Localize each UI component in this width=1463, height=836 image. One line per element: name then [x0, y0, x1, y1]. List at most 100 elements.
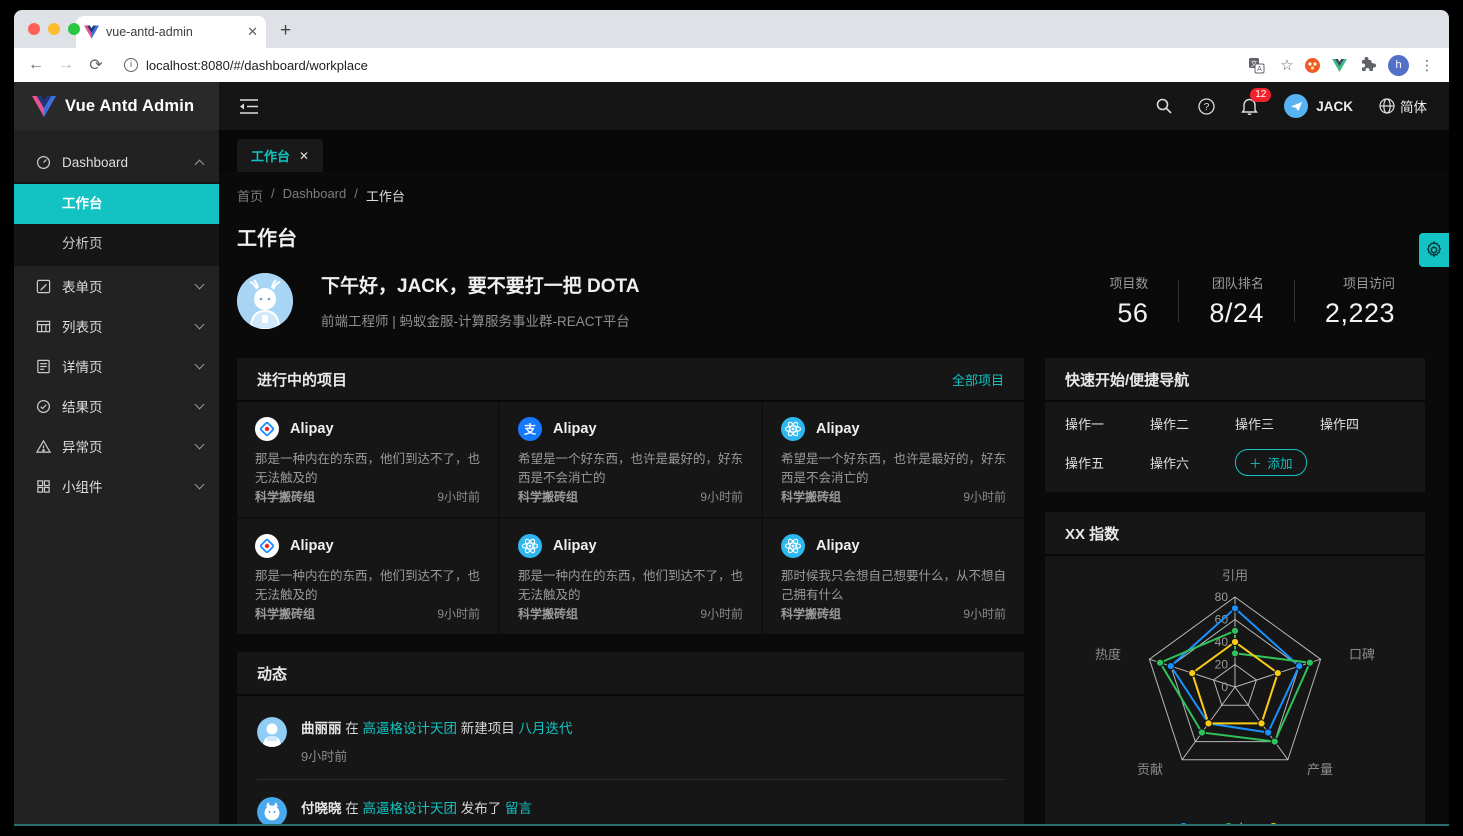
- page-title: 工作台: [237, 222, 1425, 251]
- sidebar-item-结果页[interactable]: 结果页: [14, 386, 219, 426]
- project-card-top: Alipay: [518, 534, 743, 558]
- project-card[interactable]: Alipay那是一种内在的东西，他们到达不了，也无法触及的科学搬砖组9小时前: [500, 519, 761, 634]
- chrome-menu-icon[interactable]: ⋮: [1415, 57, 1439, 74]
- brand[interactable]: Vue Antd Admin: [14, 82, 219, 130]
- quick-nav-link-操作三[interactable]: 操作三: [1235, 414, 1320, 433]
- sidebar-item-异常页[interactable]: 异常页: [14, 426, 219, 466]
- svg-text:80: 80: [1215, 590, 1229, 604]
- page-tab-workplace[interactable]: 工作台 ✕: [237, 139, 323, 172]
- project-name[interactable]: Alipay: [290, 538, 334, 554]
- forward-icon[interactable]: →: [54, 56, 78, 74]
- project-card[interactable]: Alipay希望是一个好东西，也许是最好的，好东西是不会消亡的科学搬砖组9小时前: [763, 402, 1024, 517]
- greeting-subtitle: 前端工程师 | 蚂蚁金服-计算服务事业群-REACT平台: [321, 310, 639, 330]
- project-updated-time: 9小时前: [700, 605, 743, 622]
- browser-tab[interactable]: vue-antd-admin ✕: [76, 16, 266, 48]
- quick-nav-title: 快速开始/便捷导航: [1065, 369, 1189, 390]
- activity-body: 付晓晓 在 高逼格设计天团 发布了 留言9小时前: [301, 797, 532, 824]
- activity-target-link[interactable]: 留言: [505, 801, 532, 816]
- theme-settings-button[interactable]: [1419, 233, 1449, 267]
- project-card[interactable]: Alipay那是一种内在的东西，他们到达不了，也无法触及的科学搬砖组9小时前: [237, 519, 498, 634]
- vue-logo-icon: [32, 96, 56, 117]
- legend-dot: [1224, 823, 1233, 824]
- menu-fold-icon[interactable]: [240, 82, 258, 130]
- breadcrumb-dashboard[interactable]: Dashboard: [283, 186, 347, 205]
- sidebar-item-Dashboard[interactable]: Dashboard: [14, 142, 219, 182]
- extensions-puzzle-icon[interactable]: [1360, 57, 1382, 73]
- project-group-link[interactable]: 科学搬砖组: [781, 488, 841, 505]
- activity-group-link[interactable]: 高逼格设计天团: [363, 721, 458, 736]
- quick-nav-link-操作五[interactable]: 操作五: [1065, 453, 1150, 472]
- traffic-lights[interactable]: [28, 23, 80, 35]
- chart-legend: a b c: [1045, 814, 1425, 824]
- quick-nav-link-操作六[interactable]: 操作六: [1150, 453, 1235, 472]
- notification-bell-icon[interactable]: 12: [1241, 97, 1258, 115]
- project-group-link[interactable]: 科学搬砖组: [518, 488, 578, 505]
- quick-nav-link-操作四[interactable]: 操作四: [1320, 414, 1405, 433]
- table-icon: [36, 319, 51, 334]
- sidebar-item-小组件[interactable]: 小组件: [14, 466, 219, 506]
- close-window-button[interactable]: [28, 23, 40, 35]
- project-card[interactable]: 支Alipay希望是一个好东西，也许是最好的，好东西是不会消亡的科学搬砖组9小时…: [500, 402, 761, 517]
- project-group-link[interactable]: 科学搬砖组: [255, 488, 315, 505]
- sidebar-item-详情页[interactable]: 详情页: [14, 346, 219, 386]
- locale-switcher[interactable]: 简体: [1379, 96, 1427, 116]
- project-name[interactable]: Alipay: [553, 538, 597, 554]
- page-scroll[interactable]: 首页/ Dashboard/ 工作台 工作台 下午好，JACK，要不要打一把 D…: [219, 172, 1449, 824]
- project-group-link[interactable]: 科学搬砖组: [255, 605, 315, 622]
- sidebar-item-label: 详情页: [62, 356, 185, 376]
- project-description: 那是一种内在的东西，他们到达不了，也无法触及的: [255, 450, 480, 488]
- project-group-link[interactable]: 科学搬砖组: [518, 605, 578, 622]
- quick-nav-link-操作一[interactable]: 操作一: [1065, 414, 1150, 433]
- sidebar-item-表单页[interactable]: 表单页: [14, 266, 219, 306]
- vue-devtools-icon[interactable]: [1332, 59, 1354, 72]
- brand-title: Vue Antd Admin: [65, 97, 194, 116]
- add-nav-button[interactable]: ＋添加: [1235, 449, 1307, 476]
- maximize-window-button[interactable]: [68, 23, 80, 35]
- activity-group-link[interactable]: 高逼格设计天团: [363, 801, 458, 816]
- project-updated-time: 9小时前: [963, 605, 1006, 622]
- sidebar-subitem-工作台[interactable]: 工作台: [14, 184, 219, 224]
- exception-icon: [36, 439, 51, 454]
- legend-item-a[interactable]: a: [1179, 820, 1202, 824]
- breadcrumb-home[interactable]: 首页: [237, 186, 263, 205]
- svg-text:0: 0: [1221, 680, 1228, 694]
- all-projects-link[interactable]: 全部项目: [952, 370, 1004, 389]
- project-group-link[interactable]: 科学搬砖组: [781, 605, 841, 622]
- activity-user[interactable]: 曲丽丽: [301, 721, 342, 736]
- new-tab-button[interactable]: +: [280, 20, 291, 42]
- sidebar-item-列表页[interactable]: 列表页: [14, 306, 219, 346]
- page-tab-close-icon[interactable]: ✕: [299, 149, 309, 163]
- bookmark-star-icon[interactable]: ☆: [1276, 56, 1298, 74]
- sidebar-item-label: Dashboard: [62, 155, 185, 170]
- project-name[interactable]: Alipay: [816, 421, 860, 437]
- help-icon[interactable]: ?: [1198, 98, 1215, 115]
- project-card[interactable]: Alipay那是一种内在的东西，他们到达不了，也无法触及的科学搬砖组9小时前: [237, 402, 498, 517]
- project-description: 希望是一个好东西，也许是最好的，好东西是不会消亡的: [781, 450, 1006, 488]
- reload-icon[interactable]: ⟳: [84, 55, 108, 75]
- user-menu[interactable]: JACK: [1284, 94, 1353, 118]
- project-description: 那是一种内在的东西，他们到达不了，也无法触及的: [255, 567, 480, 605]
- project-name[interactable]: Alipay: [553, 421, 597, 437]
- activity-target-link[interactable]: 八月迭代: [519, 721, 573, 736]
- tab-close-icon[interactable]: ✕: [247, 24, 258, 40]
- legend-item-b[interactable]: b: [1224, 820, 1247, 824]
- browser-profile-avatar[interactable]: h: [1388, 55, 1409, 76]
- site-info-icon[interactable]: i: [124, 58, 138, 72]
- project-name[interactable]: Alipay: [290, 421, 334, 437]
- minimize-window-button[interactable]: [48, 23, 60, 35]
- project-card-top: 支Alipay: [518, 417, 743, 441]
- chart-title: XX 指数: [1065, 523, 1119, 544]
- project-card[interactable]: Alipay那时候我只会想自己想要什么，从不想自己拥有什么科学搬砖组9小时前: [763, 519, 1024, 634]
- extension-orange-icon[interactable]: [1304, 57, 1326, 74]
- address-bar[interactable]: i localhost:8080/#/dashboard/workplace: [114, 52, 1242, 78]
- project-name[interactable]: Alipay: [816, 538, 860, 554]
- legend-item-c[interactable]: c: [1269, 820, 1292, 824]
- translate-icon[interactable]: 文A: [1248, 57, 1270, 74]
- quick-nav-link-操作二[interactable]: 操作二: [1150, 414, 1235, 433]
- chevron-down-icon: [195, 400, 205, 410]
- search-icon[interactable]: [1156, 98, 1172, 114]
- sidebar-subitem-分析页[interactable]: 分析页: [14, 224, 219, 264]
- back-icon[interactable]: ←: [24, 56, 48, 74]
- activity-user[interactable]: 付晓晓: [301, 801, 342, 816]
- projects-card: 进行中的项目 全部项目 Alipay那是一种内在的东西，他们到达不了，也无法触及…: [237, 358, 1024, 634]
